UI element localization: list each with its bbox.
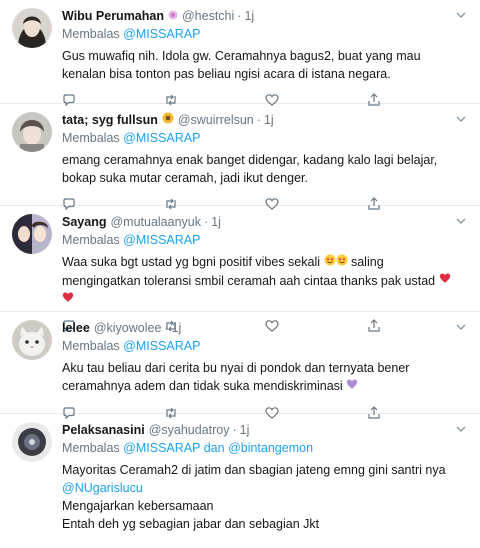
caret-down-icon[interactable] xyxy=(456,424,466,434)
tweet-text-line: Mayoritas Ceramah2 di jatim dan sbagian … xyxy=(62,463,446,477)
tweet-text-part: Waa suka bgt ustad yg bgni positif vibes… xyxy=(62,255,321,269)
reply-mention[interactable]: @MISSARAP xyxy=(123,131,200,145)
timestamp[interactable]: 1j xyxy=(240,422,250,439)
tweet-header: lelee @kiyowolee · 1j xyxy=(62,320,468,337)
timestamp[interactable]: 1j xyxy=(211,214,221,231)
handle[interactable]: @hestchi xyxy=(182,8,234,25)
reply-context: Membalas @MISSARAP xyxy=(62,232,468,249)
display-name[interactable]: Pelaksanasini xyxy=(62,422,145,439)
reply-feed: Wibu Perumahan @hestchi · 1j Membalas @M… xyxy=(0,0,480,548)
handle[interactable]: @kiyowolee xyxy=(94,320,162,337)
red-heart-emoji-icon xyxy=(439,272,451,290)
caret-down-icon[interactable] xyxy=(456,114,466,124)
tweet-header: tata; syg fullsun @swuirrelsun · 1j xyxy=(62,112,468,129)
tweet-text: emang ceramahnya enak banget didengar, k… xyxy=(62,153,438,185)
avatar[interactable] xyxy=(12,320,52,360)
caret-down-icon[interactable] xyxy=(456,216,466,226)
heart-eyes-emoji-icon xyxy=(336,254,348,272)
timestamp[interactable]: 1j xyxy=(244,8,254,25)
separator-dot: · xyxy=(232,423,237,437)
tweet[interactable]: Pelaksanasini @syahudatroy · 1j Membalas… xyxy=(0,414,480,548)
tweet-header: Sayang @mutualaanyuk · 1j xyxy=(62,214,468,231)
heart-eyes-emoji-icon xyxy=(324,254,336,272)
reply-prefix: Membalas xyxy=(62,233,120,247)
separator-dot: · xyxy=(237,9,242,23)
reply-mention[interactable]: @MISSARAP xyxy=(123,27,200,41)
separator-dot: · xyxy=(256,113,261,127)
purple-heart-emoji-icon xyxy=(346,378,358,396)
reply-prefix: Membalas xyxy=(62,339,120,353)
reply-context: Membalas @MISSARAP dan @bintangemon xyxy=(62,440,468,457)
handle[interactable]: @mutualaanyuk xyxy=(110,214,201,231)
avatar[interactable] xyxy=(12,422,52,462)
tweet-text: Aku tau beliau dari cerita bu nyai di po… xyxy=(62,359,468,396)
tweet-text: Gus muwafiq nih. Idola gw. Ceramahnya ba… xyxy=(62,49,421,81)
reply-prefix: Membalas xyxy=(62,131,120,145)
handle[interactable]: @syahudatroy xyxy=(149,422,230,439)
reply-prefix: Membalas xyxy=(62,441,120,455)
tweet-text: Waa suka bgt ustad yg bgni positif vibes… xyxy=(62,253,468,309)
reply-mention-2[interactable]: @bintangemon xyxy=(228,441,313,455)
handle[interactable]: @swuirrelsun xyxy=(178,112,254,129)
separator-dot: · xyxy=(203,215,209,229)
tweet-text-line: Entah deh yg sebagian jabar dan sebagian… xyxy=(62,517,320,531)
red-heart-emoji-icon xyxy=(62,291,74,309)
avatar[interactable] xyxy=(12,214,52,254)
display-name[interactable]: Sayang xyxy=(62,214,106,231)
timestamp[interactable]: 1j xyxy=(264,112,274,129)
tweet[interactable]: Wibu Perumahan @hestchi · 1j Membalas @M… xyxy=(0,0,480,107)
reply-mention[interactable]: @MISSARAP xyxy=(123,441,200,455)
avatar[interactable] xyxy=(12,8,52,48)
sunflower-icon xyxy=(162,112,174,129)
timestamp[interactable]: 1j xyxy=(172,320,182,337)
tweet[interactable]: tata; syg fullsun @swuirrelsun · 1j Memb… xyxy=(0,104,480,211)
text-mention-link[interactable]: @NUgarislucu xyxy=(62,479,460,497)
tweet-text: Mayoritas Ceramah2 di jatim dan sbagian … xyxy=(62,461,468,533)
reply-context: Membalas @MISSARAP xyxy=(62,26,468,43)
tweet-header: Wibu Perumahan @hestchi · 1j xyxy=(62,8,468,25)
avatar[interactable] xyxy=(12,112,52,152)
reply-context: Membalas @MISSARAP xyxy=(62,130,468,147)
reply-mention[interactable]: @MISSARAP xyxy=(123,233,200,247)
reply-prefix: Membalas xyxy=(62,27,120,41)
reply-mention[interactable]: @MISSARAP xyxy=(123,339,200,353)
tweet[interactable]: lelee @kiyowolee · 1j Membalas @MISSARAP… xyxy=(0,312,480,419)
separator-dot: · xyxy=(164,321,169,335)
display-name[interactable]: Wibu Perumahan xyxy=(62,8,164,25)
tweet[interactable]: Sayang @mutualaanyuk · 1j Membalas @MISS… xyxy=(0,206,480,333)
caret-down-icon[interactable] xyxy=(456,10,466,20)
tweet-text-line: Mengajarkan kebersamaan xyxy=(62,499,214,513)
caret-down-icon[interactable] xyxy=(456,322,466,332)
reply-context: Membalas @MISSARAP xyxy=(62,338,468,355)
tweet-header: Pelaksanasini @syahudatroy · 1j xyxy=(62,422,468,439)
flower-icon xyxy=(168,8,178,25)
reply-conjunction: dan xyxy=(203,441,225,455)
display-name[interactable]: lelee xyxy=(62,320,90,337)
display-name[interactable]: tata; syg fullsun xyxy=(62,112,158,129)
